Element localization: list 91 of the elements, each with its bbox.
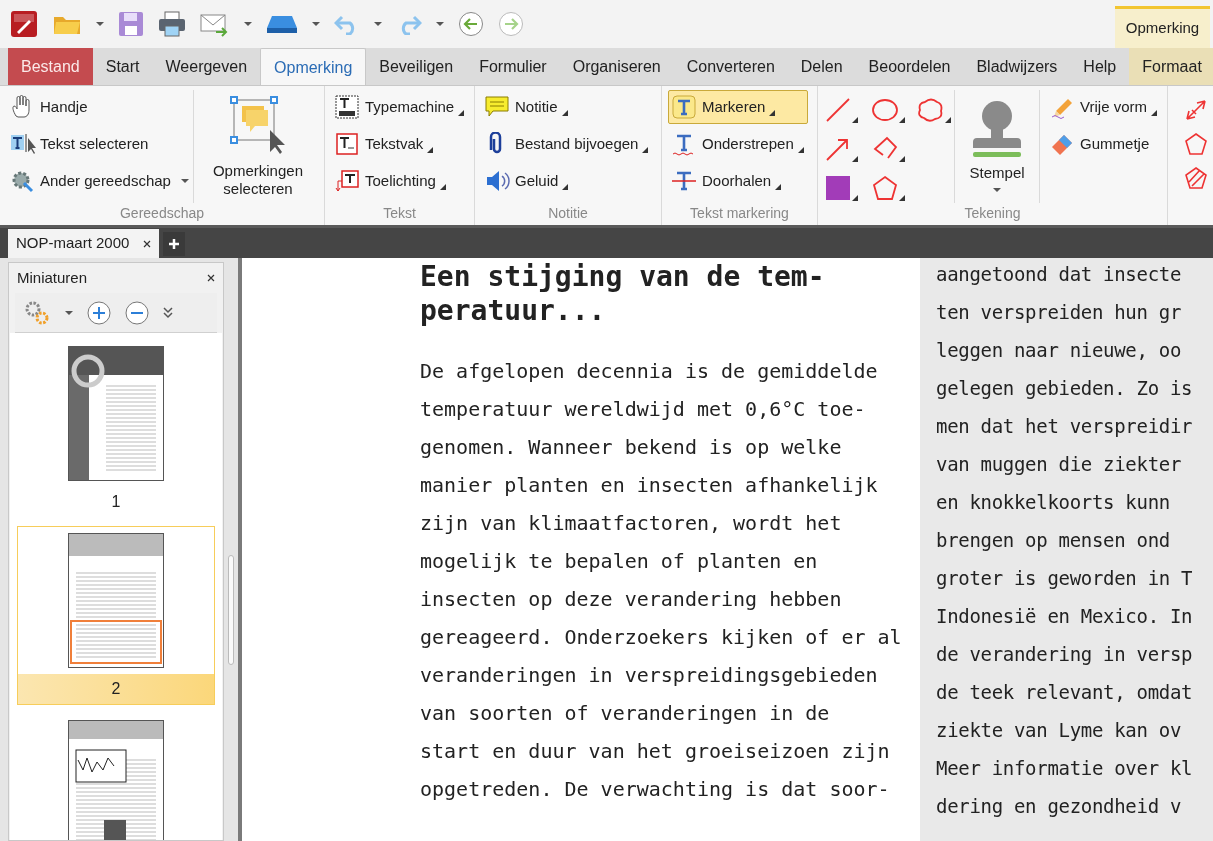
tool-button[interactable]: Geluid: [481, 164, 653, 198]
group-label: Tekening: [963, 204, 1022, 223]
typewriter-icon: [335, 95, 361, 119]
tool-button[interactable]: Onderstrepen: [668, 127, 808, 161]
speaker-icon: [485, 169, 511, 193]
filled-square-icon: [824, 174, 852, 202]
ribbon-tab[interactable]: Beveiligen: [366, 48, 467, 85]
ribbon-tab[interactable]: Delen: [787, 48, 856, 85]
context-tab-group-label: Opmerking: [1115, 6, 1210, 48]
chevron-down-icon[interactable]: [163, 306, 173, 319]
corner-triangle-icon: [852, 117, 858, 123]
zoom-out-icon[interactable]: [125, 300, 149, 325]
article-paragraph: De afgelopen decennia is de gemiddelde temperatuur wereldwijd met 0,6°C toe- genomen. Wanneer bekend is op welke manier planten en insecten afhankelijk zijn van klimaatfactoren, wordt het mogelijk te bepalen of planten en insecten op deze verandering hebben gereageerd. Onderzoekers kijken of er al veranderingen in verspreidingsgebieden van soorten of veranderingen in de start en duur van het groeiseizoen zijn opgetreden. De verwachting is dat soor-: [420, 358, 903, 803]
tool-button[interactable]: Gummetje: [1046, 127, 1161, 161]
tool-button[interactable]: Ander gereedschap: [6, 164, 193, 198]
close-icon[interactable]: [207, 274, 215, 282]
ellipse-icon: [870, 96, 899, 124]
ribbon-tab[interactable]: Bladwijzers: [963, 48, 1071, 85]
ribbon-tab[interactable]: Beoordelen: [855, 48, 964, 85]
corner-triangle-icon: [945, 117, 952, 123]
caret-icon[interactable]: [96, 22, 104, 26]
ribbon-tab[interactable]: Start: [92, 48, 153, 85]
stamp-button[interactable]: Stempel: [959, 90, 1041, 203]
group-label: Tekst markering: [689, 204, 790, 223]
page-number: 1: [110, 492, 122, 512]
thumbnail-item[interactable]: 1: [17, 339, 215, 518]
ribbon-tab[interactable]: Converteren: [673, 48, 788, 85]
gears-icon[interactable]: [23, 299, 51, 326]
page-number: 2: [18, 674, 214, 704]
save-icon[interactable]: [118, 11, 144, 37]
thumbnail-item[interactable]: 2: [17, 526, 215, 705]
corner-triangle-icon: [898, 156, 905, 162]
caret-icon[interactable]: [244, 22, 252, 26]
tool-button[interactable]: Typemachine: [331, 90, 469, 124]
back-icon[interactable]: [458, 11, 484, 37]
tool-button[interactable]: Tekst selecteren: [6, 127, 193, 161]
group-label: Tekst: [382, 204, 417, 223]
print-icon[interactable]: [158, 11, 186, 37]
group-label: Gereedschap: [118, 204, 206, 223]
panel-title: Miniaturen: [17, 267, 88, 288]
new-tab-button[interactable]: [163, 232, 186, 256]
comment-select-icon: [227, 94, 288, 156]
group-label: Notitie: [547, 204, 589, 223]
document-tab-label[interactable]: NOP-maart 2000: [16, 232, 130, 255]
tool-button[interactable]: Handje: [6, 90, 193, 124]
scrollbar-thumb[interactable]: [228, 554, 234, 665]
tool-button[interactable]: Markeren: [668, 90, 808, 124]
caret-icon[interactable]: [312, 22, 320, 26]
highlight-icon: [672, 95, 698, 119]
close-icon[interactable]: [143, 239, 152, 248]
ribbon-tab[interactable]: Opmerking: [260, 48, 367, 86]
ribbon-tab[interactable]: Organiseren: [559, 48, 674, 85]
select-comments-button[interactable]: Opmerkingen selecteren: [197, 90, 318, 203]
caret-icon[interactable]: [65, 310, 73, 315]
ribbon-tab[interactable]: Weergeven: [152, 48, 261, 85]
zoom-in-icon[interactable]: [87, 300, 111, 325]
text-box-icon: [335, 132, 361, 156]
tool-button[interactable]: Toelichting: [331, 164, 469, 198]
polygon-measure-icon: [1184, 132, 1208, 156]
corner-triangle-icon: [852, 195, 858, 201]
email-icon[interactable]: [200, 11, 230, 37]
sidebar-paragraph: aangetoond dat insecte ten verspreiden hun gr leggen naar nieuwe, oo gelegen gebieden. Zo is men dat het verspreidir van muggen die ziekter en knokkelkoorts kunn brengen op mensen ond groter is geworden in T Indonesië en Mexico. In de verandering in versp de teek relevant, omdat ziekte van Lyme kan ov Meer informatie over kl dering en gezondheid v: [936, 262, 1194, 819]
text-select-icon: [10, 132, 36, 156]
article-heading: Een stijging van de tem- peratuur...: [420, 260, 826, 328]
scanner-icon[interactable]: [266, 14, 298, 34]
caret-icon: [993, 188, 1002, 192]
plus-icon: [169, 239, 180, 249]
tool-button[interactable]: Tekstvak: [331, 127, 469, 161]
callout-icon: [335, 169, 361, 193]
measure-arrow-icon: [1184, 98, 1208, 122]
tool-button[interactable]: Notitie: [481, 90, 653, 124]
caret-icon[interactable]: [374, 22, 382, 26]
speech-bubble-icon: [485, 95, 511, 119]
strikethrough-icon: [672, 169, 698, 193]
pentagon-icon: [870, 174, 899, 202]
document-tab[interactable]: NOP-maart 2000: [8, 229, 160, 258]
corner-triangle-icon: [898, 195, 905, 201]
ribbon-tab[interactable]: Help: [1070, 48, 1130, 85]
gear-wrench-icon: [10, 169, 36, 193]
tool-button[interactable]: Doorhalen: [668, 164, 808, 198]
corner-triangle-icon: [852, 156, 858, 162]
tool-button[interactable]: Bestand bijvoegen: [481, 127, 653, 161]
caret-icon[interactable]: [436, 22, 444, 26]
app-logo-icon: [10, 10, 38, 38]
ribbon-tab[interactable]: Bestand: [8, 48, 93, 85]
corner-triangle-icon: [898, 117, 905, 123]
line-icon: [824, 96, 852, 124]
ribbon-tab[interactable]: Formulier: [466, 48, 560, 85]
tool-button[interactable]: Vrije vorm: [1046, 90, 1161, 124]
hatched-area-icon: [1184, 166, 1208, 190]
ribbon-tab[interactable]: Formaat: [1129, 48, 1213, 85]
